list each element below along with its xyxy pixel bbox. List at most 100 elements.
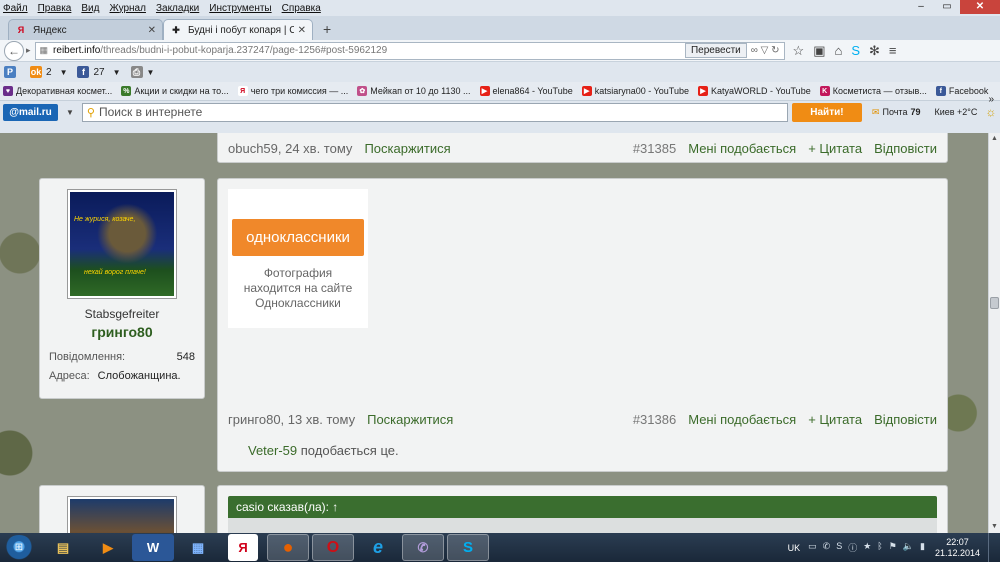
tab-forum[interactable]: ✚ Будні і побут копаря | Сто... ✕: [163, 19, 313, 40]
tray-flag-icon[interactable]: ⚑: [889, 541, 897, 554]
clock[interactable]: 22:07 21.12.2014: [935, 537, 980, 559]
menu-help[interactable]: Справка: [282, 3, 321, 14]
language-indicator[interactable]: UK: [788, 543, 801, 553]
quote-link[interactable]: + Цитата: [808, 412, 862, 427]
post-author-time[interactable]: obuch59, 24 хв. тому: [228, 141, 352, 156]
back-button[interactable]: ←: [4, 40, 24, 61]
skype-icon[interactable]: S: [447, 534, 489, 561]
username[interactable]: гринго80: [40, 324, 204, 340]
bookmark-item[interactable]: Ячего три комиссия — ...: [237, 86, 348, 96]
cosmetista-icon: K: [819, 86, 830, 96]
chevron-down-icon: ▼: [146, 67, 155, 77]
show-desktop-button[interactable]: [988, 533, 1000, 562]
bookmark-item[interactable]: ▶ KatyaWORLD - YouTube: [697, 86, 811, 96]
maximize-button[interactable]: ▭: [934, 0, 960, 14]
close-tab-icon[interactable]: ✕: [298, 25, 306, 36]
skype-icon[interactable]: S: [851, 43, 860, 58]
menu-icon[interactable]: ≡: [889, 43, 897, 58]
search-input[interactable]: ⚲ Поиск в интернете: [81, 102, 788, 122]
odnoklassniki-photo[interactable]: одноклассники Фотография находится на са…: [228, 189, 368, 328]
chevron-down-icon[interactable]: ▼: [66, 108, 74, 117]
menu-bookmarks[interactable]: Закладки: [156, 3, 199, 14]
tray-bluetooth-icon[interactable]: ᛒ: [877, 541, 882, 554]
firefox-icon[interactable]: ●: [267, 534, 309, 561]
star-icon[interactable]: ☆: [793, 43, 805, 59]
report-link[interactable]: Поскаржитися: [367, 412, 453, 427]
scroll-up-icon[interactable]: ▲: [989, 133, 1000, 145]
tray-info-icon[interactable]: ⓘ: [848, 541, 857, 554]
avatar[interactable]: [67, 496, 177, 533]
bookmark-item[interactable]: K Косметиста — отзыв...: [819, 86, 927, 96]
find-button[interactable]: Найти!: [791, 102, 862, 122]
forward-icon[interactable]: ▸: [26, 45, 31, 56]
liked-by-user[interactable]: Veter-59: [248, 443, 297, 458]
minimize-button[interactable]: –: [908, 0, 934, 14]
messages-count[interactable]: 548: [177, 351, 195, 363]
reader-icon[interactable]: ∞ ▽ ↻: [751, 45, 780, 56]
tray-folder-icon[interactable]: ▭: [808, 541, 817, 554]
tray-network-icon[interactable]: ▮: [920, 541, 925, 554]
start-button[interactable]: ⊞: [4, 534, 34, 561]
extension-p[interactable]: P: [4, 66, 20, 78]
like-link[interactable]: Мені подобається: [688, 141, 796, 156]
tray-star-icon[interactable]: ★: [863, 541, 871, 554]
menu-file[interactable]: Файл: [3, 3, 28, 14]
avatar[interactable]: Не журися, козаче, нехай ворог плаче!: [67, 189, 177, 299]
address-bar[interactable]: ▦ reibert.info/threads/budni-i-pobut-kop…: [34, 41, 785, 60]
tray-skype-icon[interactable]: S: [836, 541, 842, 554]
close-tab-icon[interactable]: ✕: [148, 25, 156, 36]
extension-print[interactable]: ⎙ ▼: [130, 66, 155, 78]
extension-odnoklassniki[interactable]: ok 2 ▼: [30, 66, 67, 78]
page-info-icon[interactable]: ▦: [40, 45, 49, 56]
yandex-browser-icon[interactable]: Я: [228, 534, 258, 561]
close-window-button[interactable]: ✕: [960, 0, 1000, 14]
extension-facebook[interactable]: f 27 ▼: [77, 66, 121, 78]
bookmarks-more-button[interactable]: »: [988, 94, 994, 105]
tab-yandex[interactable]: Я Яндекс ✕: [8, 19, 163, 40]
bookmark-item[interactable]: ▶ elena864 - YouTube: [479, 86, 573, 96]
translate-button[interactable]: Перевести: [684, 43, 747, 58]
menu-tools[interactable]: Инструменты: [209, 3, 271, 14]
ie-icon[interactable]: e: [357, 534, 399, 561]
calculator-icon[interactable]: ▦: [177, 534, 219, 561]
like-link[interactable]: Мені подобається: [688, 412, 796, 427]
word-icon[interactable]: W: [132, 534, 174, 561]
tab-bar: Я Яндекс ✕ ✚ Будні і побут копаря | Сто.…: [0, 16, 1000, 40]
tray-volume-icon[interactable]: 🔈: [903, 541, 914, 554]
post-number[interactable]: #31385: [633, 141, 676, 156]
search-placeholder: Поиск в интернете: [98, 105, 203, 119]
puzzle-icon[interactable]: ✻: [869, 43, 880, 59]
bookmark-item[interactable]: ▶ katsiaryna00 - YouTube: [581, 86, 689, 96]
scroll-thumb[interactable]: [990, 297, 999, 309]
menu-view[interactable]: Вид: [81, 3, 99, 14]
report-link[interactable]: Поскаржитися: [364, 141, 450, 156]
menu-history[interactable]: Журнал: [109, 3, 146, 14]
post-author-time[interactable]: гринго80, 13 хв. тому: [228, 412, 355, 427]
quote-header[interactable]: casio сказав(ла): ↑: [228, 496, 937, 518]
sun-icon[interactable]: ☼: [985, 105, 996, 119]
explorer-icon[interactable]: ▤: [42, 534, 84, 561]
avatar-caption-top: Не журися, козаче,: [74, 216, 136, 223]
tray-viber-icon[interactable]: ✆: [823, 541, 831, 554]
facebook-count: 27: [93, 66, 105, 78]
media-player-icon[interactable]: ▶: [87, 534, 129, 561]
bookmark-item[interactable]: f Facebook: [935, 86, 988, 96]
weather-widget[interactable]: Киев +2°C: [934, 107, 977, 117]
scroll-down-icon[interactable]: ▼: [989, 521, 1000, 533]
opera-icon[interactable]: O: [312, 534, 354, 561]
bookmark-item[interactable]: % Акции и скидки на то...: [121, 86, 229, 96]
menu-edit[interactable]: Правка: [38, 3, 72, 14]
reply-link[interactable]: Відповісти: [874, 141, 937, 156]
viber-icon[interactable]: ✆: [402, 534, 444, 561]
quote-link[interactable]: + Цитата: [808, 141, 862, 156]
bookmark-item[interactable]: ♥ Декоративная космет...: [3, 86, 112, 96]
mailru-logo[interactable]: @mail.ru: [3, 103, 58, 121]
clipboard-icon[interactable]: ▣: [813, 43, 825, 59]
new-tab-icon[interactable]: +: [323, 21, 331, 37]
page-scrollbar[interactable]: ▲ ▼: [988, 133, 1000, 533]
post-number[interactable]: #31386: [633, 412, 676, 427]
reply-link[interactable]: Відповісти: [874, 412, 937, 427]
home-icon[interactable]: ⌂: [834, 43, 842, 58]
bookmark-item[interactable]: ✿ Мейкап от 10 до 1130 ...: [357, 86, 471, 96]
mail-link[interactable]: ✉ Почта 79: [872, 107, 921, 118]
